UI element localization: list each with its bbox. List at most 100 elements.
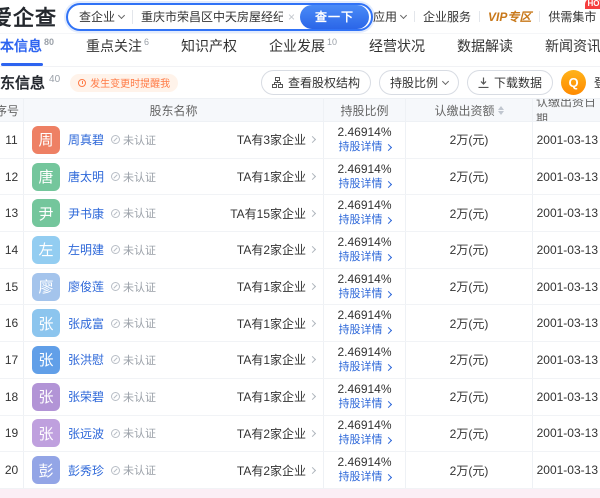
menu-apps[interactable]: 应用 xyxy=(373,8,406,25)
shareholder-name-link[interactable]: 唐太明 xyxy=(68,168,104,185)
avatar[interactable]: 廖 xyxy=(32,273,60,301)
shareholding-detail-link[interactable]: 持股详情 xyxy=(339,177,391,192)
menu-vip-zone[interactable]: VIP专区 xyxy=(488,8,531,25)
related-companies-link[interactable]: TA有2家企业 xyxy=(237,462,315,479)
assistant-float-button[interactable]: Q xyxy=(561,70,586,95)
search-bar[interactable]: 查企业 重庆市荣昌区中天房屋经纪有限公司 × 查一下 xyxy=(66,3,373,31)
related-companies-link[interactable]: TA有15家企业 xyxy=(230,205,315,222)
aiqicha-logo[interactable]: 爱企查 xyxy=(0,2,57,32)
related-companies-link[interactable]: TA有1家企业 xyxy=(237,168,315,185)
shareholding-detail-link[interactable]: 持股详情 xyxy=(339,213,391,228)
tab-news[interactable]: 新闻资讯 xyxy=(545,36,600,66)
shareholder-name-link[interactable]: 尹书康 xyxy=(68,205,104,222)
chevron-right-icon xyxy=(384,254,391,261)
related-companies-label: TA有1家企业 xyxy=(237,315,306,332)
sort-icon[interactable] xyxy=(498,106,504,115)
shareholding-detail-label: 持股详情 xyxy=(339,140,383,155)
shareholding-ratio: 2.46914% xyxy=(337,125,391,140)
clear-icon[interactable]: × xyxy=(288,10,295,24)
chevron-right-icon xyxy=(309,210,316,217)
search-category-dropdown[interactable]: 查企业 xyxy=(79,8,124,25)
header-date: 认缴出资日期 xyxy=(536,99,600,121)
tab-intellectual-property[interactable]: 知识产权 xyxy=(181,36,237,66)
chevron-down-icon xyxy=(118,11,125,18)
tab-business-status[interactable]: 经营状况 xyxy=(369,36,425,66)
chevron-down-icon xyxy=(442,77,449,84)
bell-icon xyxy=(78,79,86,87)
chevron-right-icon xyxy=(384,437,391,444)
shareholding-detail-link[interactable]: 持股详情 xyxy=(339,470,391,485)
tab-label: 本信息 xyxy=(0,38,42,54)
shareholder-name-link[interactable]: 张成富 xyxy=(68,315,104,332)
shareholder-name-link[interactable]: 彭秀珍 xyxy=(68,462,104,479)
shareholder-name-link[interactable]: 左明建 xyxy=(68,241,104,258)
header-ratio: 持股比例 xyxy=(340,102,388,119)
shareholding-ratio: 2.46914% xyxy=(337,455,391,470)
tab-basic-info[interactable]: 本信息80 xyxy=(0,36,54,66)
verify-label: 未认证 xyxy=(123,279,156,295)
tab-label: 数据解读 xyxy=(457,38,513,54)
verify-status: 未认证 xyxy=(111,389,156,405)
avatar[interactable]: 张 xyxy=(32,346,60,374)
shareholder-name-link[interactable]: 周真碧 xyxy=(68,131,104,148)
shareholding-detail-link[interactable]: 持股详情 xyxy=(339,287,391,302)
shareholder-name-link[interactable]: 张远波 xyxy=(68,425,104,442)
chevron-right-icon xyxy=(384,217,391,224)
avatar[interactable]: 唐 xyxy=(32,163,60,191)
avatar[interactable]: 周 xyxy=(32,126,60,154)
related-companies-link[interactable]: TA有1家企业 xyxy=(237,315,315,332)
shareholding-detail-link[interactable]: 持股详情 xyxy=(339,360,391,375)
avatar[interactable]: 张 xyxy=(32,383,60,411)
related-companies-link[interactable]: TA有1家企业 xyxy=(237,278,315,295)
avatar[interactable]: 张 xyxy=(32,309,60,337)
divider xyxy=(132,10,133,24)
unverified-icon xyxy=(111,429,120,438)
avatar[interactable]: 张 xyxy=(32,419,60,447)
verify-label: 未认证 xyxy=(123,315,156,331)
menu-enterprise-services[interactable]: 企业服务 xyxy=(423,8,471,25)
related-companies-label: TA有3家企业 xyxy=(237,131,306,148)
menu-supply-market[interactable]: 供需集市 HOT xyxy=(548,8,596,25)
download-data-button[interactable]: 下载数据 xyxy=(467,70,553,95)
shareholder-name-link[interactable]: 张洪慰 xyxy=(68,351,104,368)
shareholding-detail-link[interactable]: 持股详情 xyxy=(339,433,391,448)
view-equity-structure-button[interactable]: 查看股权结构 xyxy=(261,70,371,95)
shareholding-detail-link[interactable]: 持股详情 xyxy=(339,250,391,265)
subscribed-amount: 2万(元) xyxy=(450,462,489,479)
related-companies-link[interactable]: TA有1家企业 xyxy=(237,351,315,368)
shareholding-ratio: 2.46914% xyxy=(337,382,391,397)
tab-label: 经营状况 xyxy=(369,38,425,54)
shareholder-name-link[interactable]: 廖俊莲 xyxy=(68,278,104,295)
avatar[interactable]: 彭 xyxy=(32,456,60,484)
shareholding-ratio: 2.46914% xyxy=(337,345,391,360)
shareholding-detail-label: 持股详情 xyxy=(339,177,383,192)
search-input[interactable]: 重庆市荣昌区中天房屋经纪有限公司 xyxy=(141,8,283,25)
related-companies-label: TA有2家企业 xyxy=(237,425,306,442)
related-companies-link[interactable]: TA有3家企业 xyxy=(237,131,315,148)
tab-count: 6 xyxy=(144,37,149,47)
related-companies-label: TA有1家企业 xyxy=(237,168,306,185)
tab-count: 80 xyxy=(44,37,54,47)
related-companies-link[interactable]: TA有1家企业 xyxy=(237,388,315,405)
section-title: 东信息 xyxy=(0,72,45,93)
unverified-icon xyxy=(111,209,120,218)
related-companies-link[interactable]: TA有2家企业 xyxy=(237,241,315,258)
search-button[interactable]: 查一下 xyxy=(300,5,369,29)
shareholder-name-link[interactable]: 张荣碧 xyxy=(68,388,104,405)
shareholding-detail-link[interactable]: 持股详情 xyxy=(339,397,391,412)
subscribed-date: 2001-03-13 xyxy=(537,390,598,404)
download-icon xyxy=(478,77,489,88)
avatar[interactable]: 尹 xyxy=(32,199,60,227)
shareholding-detail-link[interactable]: 持股详情 xyxy=(339,323,391,338)
tab-data-interpretation[interactable]: 数据解读 xyxy=(457,36,513,66)
chevron-right-icon xyxy=(384,327,391,334)
shareholding-detail-label: 持股详情 xyxy=(339,323,383,338)
verify-status: 未认证 xyxy=(111,132,156,148)
tab-enterprise-development[interactable]: 企业发展10 xyxy=(269,36,337,66)
avatar[interactable]: 左 xyxy=(32,236,60,264)
related-companies-link[interactable]: TA有2家企业 xyxy=(237,425,315,442)
shareholding-detail-link[interactable]: 持股详情 xyxy=(339,140,391,155)
tab-key-focus[interactable]: 重点关注6 xyxy=(86,36,149,66)
ratio-filter-dropdown[interactable]: 持股比例 xyxy=(379,70,459,95)
change-alert-badge[interactable]: 发生变更时提醒我 xyxy=(70,74,178,92)
